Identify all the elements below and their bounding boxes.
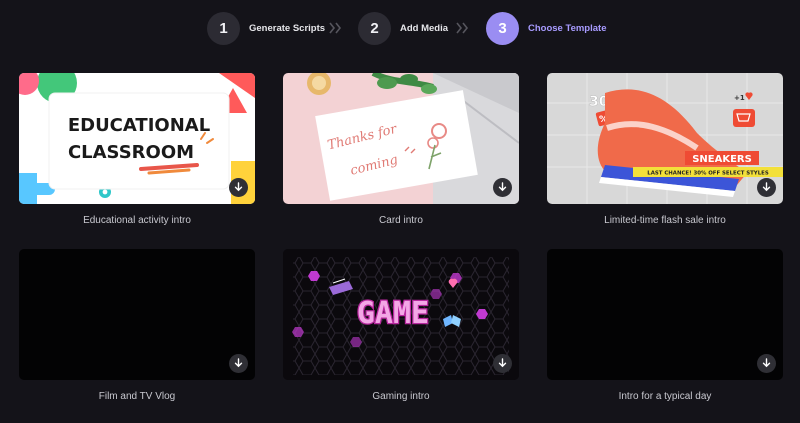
double-chevron-right-icon: [329, 22, 343, 34]
step-label: Add Media: [400, 22, 449, 34]
step-add-media[interactable]: 2 Add Media: [358, 10, 448, 46]
download-button[interactable]: [229, 178, 248, 197]
template-card-card-intro[interactable]: Thanks for coming Card intro: [283, 73, 519, 226]
download-icon: [234, 358, 243, 368]
art-sneakers: SNEAKERS: [692, 154, 752, 165]
flash-sale-thumbnail-art: 30 % +1 SNEAKERS LAST CHANCE! 30% OFF SE…: [547, 73, 783, 204]
template-thumbnail[interactable]: 30 % +1 SNEAKERS LAST CHANCE! 30% OFF SE…: [547, 73, 783, 204]
template-title: Educational activity intro: [83, 215, 191, 226]
template-title: Gaming intro: [372, 391, 430, 402]
download-button[interactable]: [493, 178, 512, 197]
template-title: Film and TV Vlog: [98, 391, 176, 402]
step-choose-template[interactable]: 3 Choose Template: [486, 10, 606, 46]
template-card-film-tv-vlog[interactable]: Film and TV Vlog: [19, 249, 255, 402]
art-line-1: EDUCATIONAL: [68, 115, 210, 136]
download-button[interactable]: [757, 178, 776, 197]
template-thumbnail[interactable]: Thanks for coming: [283, 73, 519, 204]
template-thumbnail[interactable]: [19, 249, 255, 380]
download-icon: [762, 358, 771, 368]
template-thumbnail[interactable]: GAME: [283, 249, 519, 380]
download-icon: [498, 358, 507, 368]
download-icon: [234, 182, 243, 192]
download-button[interactable]: [757, 354, 776, 373]
template-stepper: 1 Generate Scripts 2 Add Media 3 Choose …: [205, 10, 625, 46]
card-thumbnail-art: Thanks for coming: [283, 73, 519, 204]
art-plus-one: +1: [734, 94, 745, 102]
download-button[interactable]: [493, 354, 512, 373]
step-label: Generate Scripts: [249, 22, 326, 34]
template-title: Intro for a typical day: [618, 391, 712, 402]
template-thumbnail[interactable]: EDUCATIONAL CLASSROOM: [19, 73, 255, 204]
step-number: 2: [358, 11, 391, 45]
template-card-typical-day[interactable]: Intro for a typical day: [547, 249, 783, 402]
template-card-flash-sale[interactable]: 30 % +1 SNEAKERS LAST CHANCE! 30% OFF SE…: [547, 73, 783, 226]
art-game-title: GAME: [357, 296, 429, 331]
double-chevron-right-icon: [456, 22, 470, 34]
step-label: Choose Template: [528, 22, 607, 34]
download-icon: [762, 182, 771, 192]
art-line-2: CLASSROOM: [68, 142, 194, 163]
gaming-thumbnail-art: GAME: [283, 249, 519, 380]
art-last-chance: LAST CHANCE! 30% OFF SELECT STYLES: [647, 171, 769, 177]
template-card-gaming[interactable]: GAME Gaming intro: [283, 249, 519, 402]
template-title: Limited-time flash sale intro: [604, 215, 726, 226]
download-button[interactable]: [229, 354, 248, 373]
template-card-educational[interactable]: EDUCATIONAL CLASSROOM Educational activi…: [19, 73, 255, 226]
step-generate-scripts[interactable]: 1 Generate Scripts: [207, 10, 325, 46]
template-title: Card intro: [379, 215, 423, 226]
download-icon: [498, 182, 507, 192]
template-thumbnail[interactable]: [547, 249, 783, 380]
step-number: 1: [207, 11, 240, 45]
educational-thumbnail-art: EDUCATIONAL CLASSROOM: [19, 73, 255, 204]
step-number: 3: [486, 11, 519, 45]
